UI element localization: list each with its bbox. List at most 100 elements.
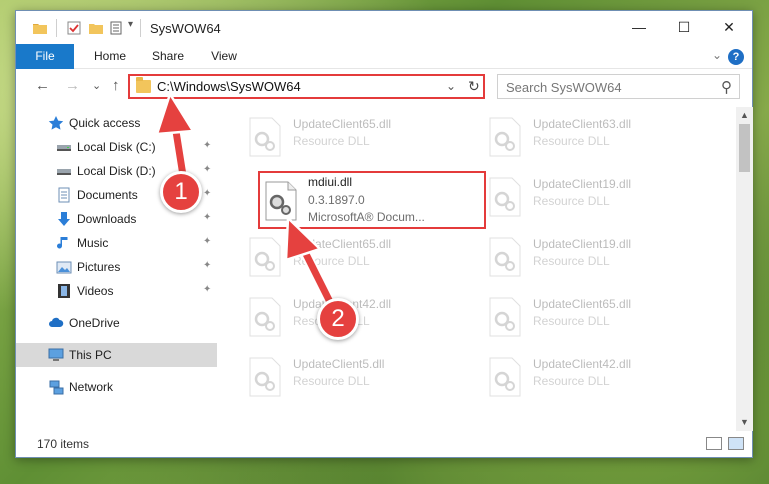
item-count: 170 items — [37, 437, 90, 451]
file-type: Resource DLL — [533, 254, 610, 268]
address-path[interactable]: C:\Windows\SysWOW64 — [157, 79, 301, 94]
file-item[interactable]: UpdateClient19.dll Resource DLL — [482, 171, 712, 227]
scroll-thumb[interactable] — [739, 124, 750, 172]
help-icon[interactable]: ? — [728, 49, 744, 65]
dll-file-icon — [249, 117, 281, 157]
navigation-bar: ← → ⌄ ↑ C:\Windows\SysWOW64 ⌄ ↻ Search S… — [16, 69, 752, 105]
file-item[interactable]: UpdateClient42.dll Resource DLL — [482, 351, 712, 407]
file-name: mdiui.dll — [308, 175, 353, 189]
file-name: UpdateClient19.dll — [533, 177, 632, 191]
file-name: UpdateClient65.dll — [293, 237, 392, 251]
sidebar-item-label: Network — [69, 380, 114, 394]
navigation-pane: Quick access Local Disk (C:) ✦ Local Dis… — [16, 107, 217, 431]
dll-file-icon — [249, 297, 281, 337]
sidebar-item-label: Local Disk (D:) — [77, 164, 156, 178]
address-dropdown-icon[interactable]: ⌄ — [446, 79, 456, 93]
vertical-scrollbar[interactable]: ▲ ▼ — [736, 107, 753, 431]
file-name: UpdateClient19.dll — [533, 237, 632, 251]
search-input[interactable]: Search SysWOW64 ⚲ — [497, 74, 740, 99]
pin-icon: ✦ — [203, 284, 212, 295]
dll-file-icon — [249, 237, 281, 277]
details-view-icon[interactable] — [706, 437, 722, 450]
file-explorer-window: ▾ SysWOW64 — ☐ ✕ File Home Share View ⌄ … — [15, 10, 753, 458]
search-icon[interactable]: ⚲ — [721, 78, 732, 96]
file-item[interactable]: UpdateClient65.dll Resource DLL — [482, 291, 712, 347]
sidebar-item-label: Downloads — [77, 212, 137, 226]
toolbar-separator — [140, 19, 141, 37]
file-type: Resource DLL — [293, 134, 370, 148]
file-type: Resource DLL — [533, 374, 610, 388]
customize-toolbar-icon[interactable]: ▾ — [128, 19, 133, 30]
properties-icon[interactable] — [66, 20, 82, 36]
file-name: UpdateClient42.dll — [533, 357, 632, 371]
pin-icon: ✦ — [203, 140, 212, 151]
sidebar-item-label: Documents — [77, 188, 138, 202]
computer-icon — [48, 348, 64, 361]
dll-file-icon — [489, 357, 521, 397]
tab-view[interactable]: View — [200, 44, 248, 69]
folder-icon — [136, 77, 151, 93]
sidebar-item-local-disk-c[interactable]: Local Disk (C:) ✦ — [16, 135, 217, 159]
sidebar-item-videos[interactable]: Videos ✦ — [16, 279, 217, 303]
file-item-highlighted[interactable]: mdiui.dll 0.3.1897.0 MicrosoftA® Docum..… — [258, 171, 486, 229]
sidebar-item-label: Local Disk (C:) — [77, 140, 156, 154]
minimize-button[interactable]: — — [616, 11, 662, 44]
file-item[interactable]: UpdateClient65.dll Resource DLL — [242, 111, 472, 167]
file-item[interactable]: UpdateClient5.dll Resource DLL — [242, 351, 472, 407]
pin-icon: ✦ — [203, 236, 212, 247]
view-options-icon[interactable] — [110, 20, 126, 36]
pin-icon: ✦ — [203, 188, 212, 199]
dll-file-icon — [265, 181, 297, 221]
sidebar-item-label: Music — [77, 236, 109, 250]
network-icon — [49, 380, 64, 395]
back-icon[interactable]: ← — [35, 77, 50, 94]
documents-icon — [58, 187, 70, 203]
dll-file-icon — [489, 117, 521, 157]
file-item[interactable]: UpdateClient65.dll Resource DLL — [242, 231, 472, 287]
file-name: UpdateClient63.dll — [533, 117, 632, 131]
tab-home[interactable]: Home — [84, 44, 136, 69]
scroll-down-icon[interactable]: ▼ — [736, 414, 753, 431]
close-button[interactable]: ✕ — [706, 11, 752, 44]
up-icon[interactable]: ↑ — [112, 77, 120, 94]
search-placeholder: Search SysWOW64 — [506, 80, 622, 95]
recent-locations-icon[interactable]: ⌄ — [92, 79, 101, 92]
dll-file-icon — [489, 237, 521, 277]
drive-icon — [57, 169, 71, 175]
cloud-icon — [49, 317, 64, 327]
chevron-down-icon[interactable]: ⌄ — [712, 48, 722, 62]
dll-file-icon — [489, 177, 521, 217]
sidebar-item-quick-access[interactable]: Quick access — [16, 111, 217, 135]
maximize-button[interactable]: ☐ — [661, 11, 707, 44]
file-type: Resource DLL — [293, 374, 370, 388]
drive-icon — [57, 145, 71, 151]
forward-icon[interactable]: → — [65, 77, 80, 94]
file-item[interactable]: UpdateClient63.dll Resource DLL — [482, 111, 712, 167]
address-bar[interactable]: C:\Windows\SysWOW64 ⌄ ↻ — [128, 74, 485, 99]
pin-icon: ✦ — [203, 260, 212, 271]
scroll-up-icon[interactable]: ▲ — [736, 107, 753, 124]
dll-file-icon — [249, 357, 281, 397]
large-icons-view-icon[interactable] — [728, 437, 744, 450]
sidebar-item-pictures[interactable]: Pictures ✦ — [16, 255, 217, 279]
callout-badge-1: 1 — [160, 171, 202, 213]
ribbon-tabs: File Home Share View ⌄ ? — [16, 44, 752, 69]
refresh-icon[interactable]: ↻ — [468, 78, 480, 95]
sidebar-item-label: Quick access — [69, 116, 141, 130]
tab-share[interactable]: Share — [142, 44, 194, 69]
file-type: Resource DLL — [533, 134, 610, 148]
sidebar-item-music[interactable]: Music ✦ — [16, 231, 217, 255]
file-type: Resource DLL — [533, 314, 610, 328]
title-bar: ▾ SysWOW64 — ☐ ✕ — [16, 11, 752, 44]
file-item[interactable]: UpdateClient19.dll Resource DLL — [482, 231, 712, 287]
file-description: MicrosoftA® Docum... — [308, 210, 425, 224]
file-list: UpdateClient65.dll Resource DLL UpdateCl… — [228, 107, 736, 431]
file-name: UpdateClient65.dll — [293, 117, 392, 131]
sidebar-item-this-pc[interactable]: This PC — [16, 343, 217, 367]
sidebar-item-label: Videos — [77, 284, 114, 298]
file-name: UpdateClient5.dll — [293, 357, 385, 371]
tab-file[interactable]: File — [16, 44, 74, 69]
sidebar-item-network[interactable]: Network — [16, 375, 217, 399]
sidebar-item-onedrive[interactable]: OneDrive — [16, 311, 217, 335]
new-folder-icon[interactable] — [88, 20, 104, 36]
